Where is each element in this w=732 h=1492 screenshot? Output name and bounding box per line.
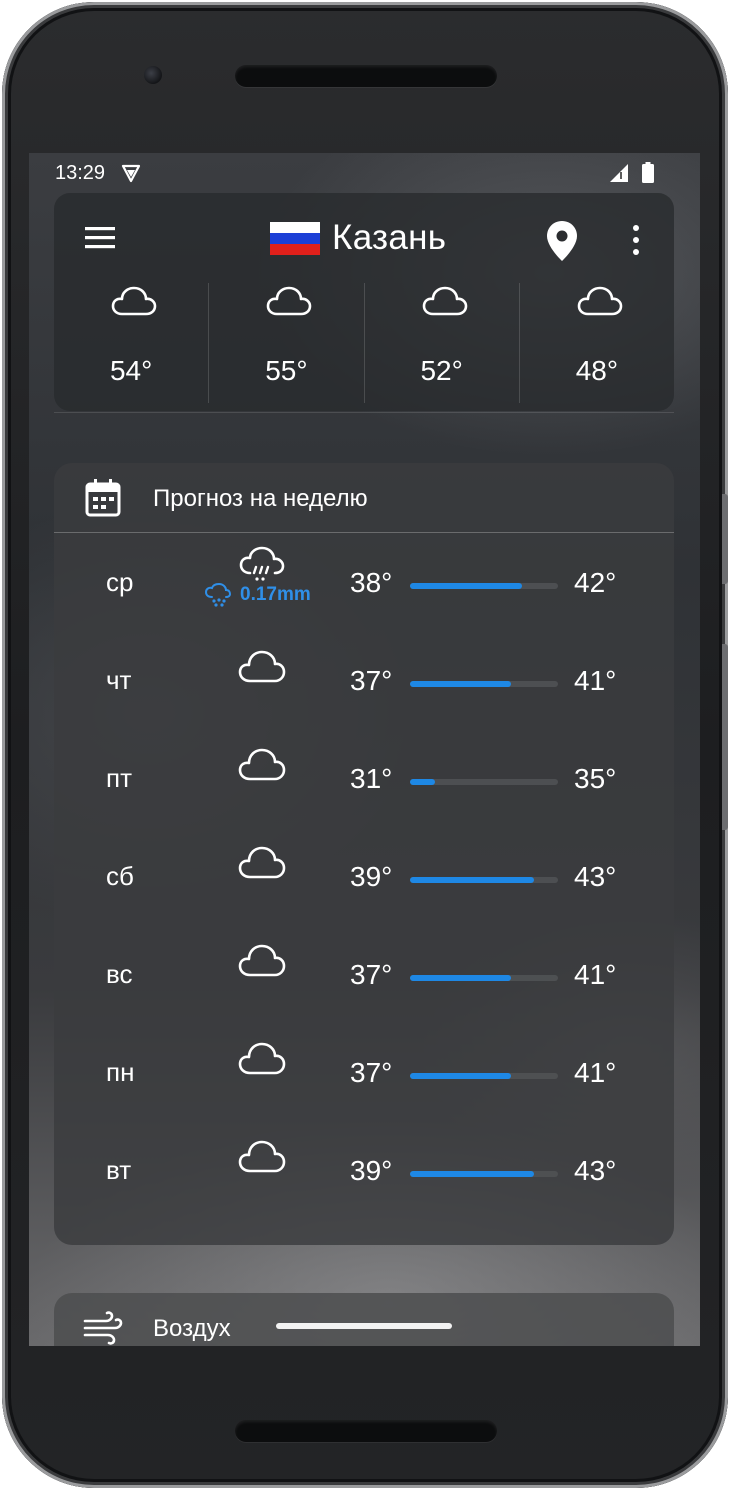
battery-icon <box>642 162 654 183</box>
precipitation-value: 0.17mm <box>240 584 311 605</box>
min-temp: 37° <box>350 1057 393 1088</box>
cloud-icon <box>238 650 286 683</box>
cloud-icon <box>111 286 157 316</box>
power-button <box>722 494 728 584</box>
temp-range-fill <box>410 681 511 687</box>
signal-icon <box>610 164 628 182</box>
day-name: пн <box>106 1057 135 1087</box>
day-name: пт <box>106 763 132 793</box>
max-temp: 41° <box>574 1057 617 1088</box>
max-temp: 43° <box>574 1155 617 1186</box>
volume-button <box>722 644 728 830</box>
city-name: Казань <box>332 218 447 257</box>
app-screen: 13:29 Казань 54° 55° 52° 48° Прогноз на … <box>29 153 700 1346</box>
more-vertical-icon[interactable] <box>628 223 644 257</box>
top-speaker <box>235 65 497 87</box>
max-temp: 43° <box>574 861 617 892</box>
min-temp: 37° <box>350 959 393 990</box>
bottom-speaker <box>235 1420 497 1442</box>
max-temp: 41° <box>574 959 617 990</box>
hourly-item: 48° <box>518 283 674 403</box>
precipitation-amount: 0.17mm <box>204 583 311 607</box>
temp-range-bar <box>410 1073 558 1079</box>
wind-icon <box>83 1311 123 1345</box>
russia-flag-icon <box>270 221 320 255</box>
min-temp: 39° <box>350 1155 393 1186</box>
hourly-item: 54° <box>54 283 208 403</box>
calendar-icon <box>85 479 121 517</box>
forecast-day-row[interactable]: сб 39° 43° <box>54 846 674 959</box>
temp-range-bar <box>410 877 558 883</box>
cloud-icon <box>238 1140 286 1173</box>
min-temp: 38° <box>350 567 393 598</box>
max-temp: 41° <box>574 665 617 696</box>
air-quality-title: Воздух <box>153 1315 231 1342</box>
day-name: вс <box>106 959 133 989</box>
weekly-forecast-card: Прогноз на неделю ср 0.17mm 38° 42° чт 3… <box>54 463 674 1245</box>
rain-cloud-icon <box>239 546 285 581</box>
status-bar: 13:29 <box>29 153 700 193</box>
hourly-temp: 55° <box>265 355 308 386</box>
rain-drops-icon <box>204 583 232 607</box>
temp-range-bar <box>410 681 558 687</box>
max-temp: 35° <box>574 763 617 794</box>
front-camera <box>144 66 162 84</box>
forecast-day-row[interactable]: чт 37° 41° <box>54 650 674 763</box>
temp-range-fill <box>410 779 436 785</box>
vpn-icon <box>121 164 141 183</box>
cloud-icon <box>238 1042 286 1075</box>
day-name: сб <box>106 861 134 891</box>
cloud-icon <box>238 944 286 977</box>
cloud-icon <box>238 748 286 781</box>
temp-range-bar <box>410 1171 558 1177</box>
temp-range-fill <box>410 1073 511 1079</box>
min-temp: 39° <box>350 861 393 892</box>
hourly-temp: 54° <box>109 355 153 386</box>
forecast-day-row[interactable]: пн 37° 41° <box>54 1042 674 1155</box>
hourly-item: 55° <box>208 283 363 403</box>
weekly-forecast-title: Прогноз на неделю <box>153 485 368 512</box>
temp-range-fill <box>410 583 523 589</box>
status-time: 13:29 <box>55 162 106 184</box>
temp-range-fill <box>410 1171 535 1177</box>
hamburger-menu-icon[interactable] <box>82 223 118 253</box>
forecast-day-row[interactable]: вс 37° 41° <box>54 944 674 1057</box>
divider <box>54 412 674 413</box>
weekly-forecast-header[interactable]: Прогноз на неделю <box>54 463 674 533</box>
air-quality-indicator <box>276 1323 452 1329</box>
min-temp: 31° <box>350 763 393 794</box>
day-name: вт <box>106 1155 132 1185</box>
min-temp: 37° <box>350 665 393 696</box>
cloud-icon <box>266 286 312 316</box>
forecast-day-row[interactable]: ср 0.17mm 38° 42° <box>54 546 674 665</box>
air-quality-card[interactable]: Воздух <box>54 1293 674 1346</box>
cloud-icon <box>422 286 467 316</box>
temp-range-bar <box>410 975 558 981</box>
city-header[interactable]: Казань <box>270 215 446 261</box>
location-pin-icon[interactable] <box>544 219 580 263</box>
day-name: чт <box>106 665 132 695</box>
forecast-day-row[interactable]: вт 39° 43° <box>54 1140 674 1245</box>
hourly-temp: 48° <box>575 355 619 386</box>
forecast-day-row[interactable]: пт 31° 35° <box>54 748 674 861</box>
hourly-forecast: 54° 55° 52° 48° <box>54 283 674 403</box>
day-name: ср <box>106 567 134 597</box>
current-weather-card: Казань 54° 55° 52° 48° <box>54 193 674 411</box>
cloud-icon <box>577 286 623 316</box>
cloud-icon <box>238 846 286 879</box>
hourly-temp: 52° <box>420 355 463 386</box>
temp-range-fill <box>410 877 535 883</box>
hourly-item: 52° <box>363 283 519 403</box>
temp-range-bar <box>410 583 558 589</box>
max-temp: 42° <box>574 567 617 598</box>
temp-range-bar <box>410 779 558 785</box>
temp-range-fill <box>410 975 511 981</box>
